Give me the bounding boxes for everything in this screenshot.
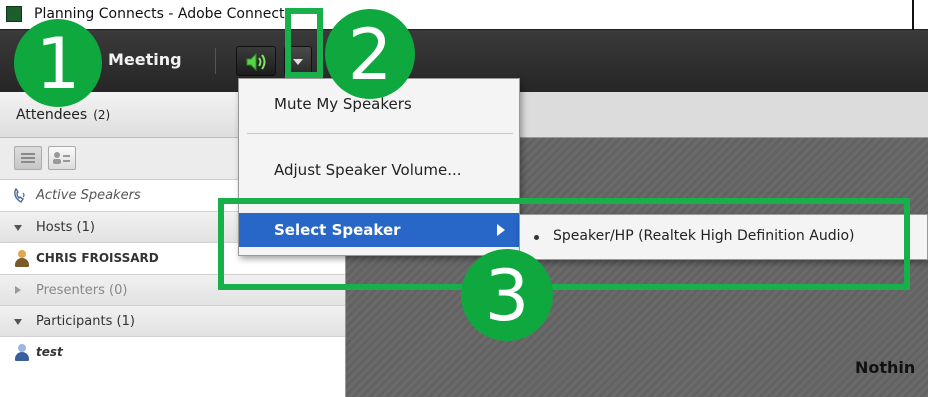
presenters-label: Presenters (0)	[36, 283, 128, 298]
app-icon	[6, 6, 22, 22]
step-3-badge: 3	[461, 249, 553, 341]
speaker-icon	[246, 52, 266, 72]
attendee-row[interactable]: test	[0, 337, 345, 369]
attendee-name: CHRIS FROISSARD	[36, 251, 159, 265]
adjust-volume-item[interactable]: Adjust Speaker Volume...	[239, 153, 519, 187]
step-3-highlight-box	[218, 198, 910, 290]
window-title: Planning Connects - Adobe Connect	[34, 6, 285, 22]
window-edge	[912, 0, 914, 30]
window-titlebar: Planning Connects - Adobe Connect	[0, 0, 928, 30]
host-icon	[14, 250, 30, 267]
phone-speaker-icon	[14, 187, 25, 203]
active-speakers-label: Active Speakers	[36, 188, 141, 203]
hosts-label: Hosts (1)	[36, 220, 95, 235]
speaker-button[interactable]	[236, 46, 276, 76]
participants-section-header[interactable]: Participants (1)	[0, 306, 345, 337]
grid-view-icon	[53, 152, 70, 164]
attendee-name: test	[36, 345, 63, 359]
list-view-button[interactable]	[14, 146, 42, 170]
share-pod-message: Nothin	[855, 358, 916, 377]
grid-view-button[interactable]	[48, 146, 76, 170]
expand-icon	[14, 225, 22, 231]
menu-divider	[247, 133, 513, 134]
participant-icon	[14, 344, 30, 361]
collapse-icon	[15, 286, 21, 294]
meeting-menu[interactable]: Meeting	[108, 50, 182, 69]
participants-label: Participants (1)	[36, 314, 135, 329]
attendees-title: Attendees	[16, 107, 88, 123]
step-2-badge: 2	[325, 9, 415, 99]
attendees-count: (2)	[93, 108, 111, 122]
step-1-badge: 1	[14, 19, 102, 107]
toolbar-divider	[215, 48, 216, 74]
step-2-highlight-box	[285, 8, 323, 78]
expand-icon	[14, 319, 22, 325]
